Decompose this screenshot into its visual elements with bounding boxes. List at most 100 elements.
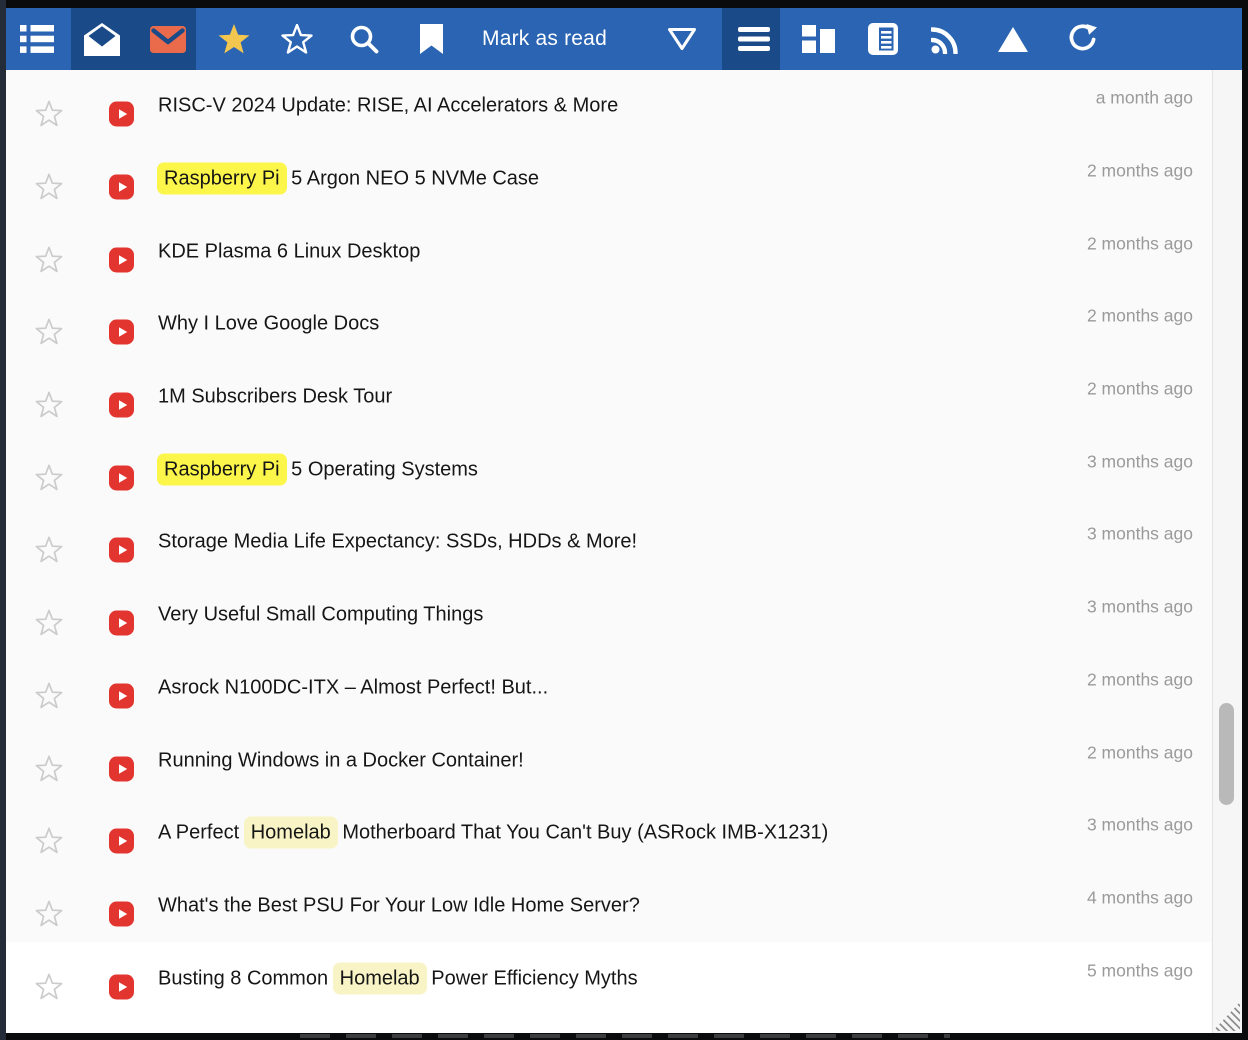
clipped-next-row xyxy=(300,1034,950,1038)
article-age: 2 months ago xyxy=(1087,742,1193,763)
youtube-icon xyxy=(109,393,134,418)
list-menu-button[interactable] xyxy=(15,8,59,70)
article-title: What's the Best PSU For Your Low Idle Ho… xyxy=(158,894,640,917)
article-pane-button[interactable] xyxy=(861,8,905,70)
star-toggle[interactable] xyxy=(35,464,63,492)
article-title: Storage Media Life Expectancy: SSDs, HDD… xyxy=(158,531,637,554)
article-row[interactable]: Storage Media Life Expectancy: SSDs, HDD… xyxy=(6,506,1211,579)
hamburger-menu-button[interactable] xyxy=(732,8,776,70)
star-toggle[interactable] xyxy=(35,755,63,783)
article-title: 1M Subscribers Desk Tour xyxy=(158,386,392,409)
bookmark-icon xyxy=(420,24,443,54)
journal-icon xyxy=(868,23,898,55)
star-outline-icon xyxy=(35,246,63,274)
star-toggle[interactable] xyxy=(35,246,63,274)
article-title: KDE Plasma 6 Linux Desktop xyxy=(158,240,420,263)
article-list-pane: RISC-V 2024 Update: RISE, AI Accelerator… xyxy=(6,70,1242,1033)
youtube-icon xyxy=(109,611,134,636)
toolbar: Mark as read xyxy=(6,8,1242,70)
feed-reader-window: Mark as read xyxy=(6,8,1242,1033)
article-list: RISC-V 2024 Update: RISE, AI Accelerator… xyxy=(6,70,1211,1015)
youtube-icon xyxy=(109,683,134,708)
filled-envelope-button[interactable] xyxy=(146,8,190,70)
youtube-icon xyxy=(109,756,134,781)
star-toggle[interactable] xyxy=(35,391,63,419)
refresh-button[interactable] xyxy=(1059,8,1103,70)
mark-as-read-button[interactable]: Mark as read xyxy=(482,8,607,70)
unstarred-filter-button[interactable] xyxy=(275,8,319,70)
article-title: Very Useful Small Computing Things xyxy=(158,604,483,627)
article-row[interactable]: Raspberry Pi 5 Operating Systems 3 month… xyxy=(6,433,1211,506)
scrollbar-track[interactable] xyxy=(1212,70,1242,1033)
article-row[interactable]: Raspberry Pi 5 Argon NEO 5 NVMe Case 2 m… xyxy=(6,143,1211,216)
article-row[interactable]: A Perfect Homelab Motherboard That You C… xyxy=(6,797,1211,870)
youtube-icon xyxy=(109,465,134,490)
youtube-icon xyxy=(109,247,134,272)
article-row[interactable]: 1M Subscribers Desk Tour 2 months ago xyxy=(6,361,1211,434)
rss-button[interactable] xyxy=(924,8,968,70)
app-screenshot: { "toolbar": { "mark_as_read_label": "Ma… xyxy=(0,0,1248,1040)
scroll-top-button[interactable] xyxy=(991,8,1035,70)
article-age: a month ago xyxy=(1096,88,1193,109)
article-row[interactable]: Busting 8 Common Homelab Power Efficienc… xyxy=(6,942,1211,1015)
star-toggle[interactable] xyxy=(35,173,63,201)
list-bottom-filler xyxy=(6,1015,1211,1033)
youtube-icon xyxy=(109,829,134,854)
star-outline-icon xyxy=(35,173,63,201)
search-highlight: Homelab xyxy=(333,962,427,994)
star-toggle[interactable] xyxy=(35,900,63,928)
article-row[interactable]: KDE Plasma 6 Linux Desktop 2 months ago xyxy=(6,215,1211,288)
star-toggle[interactable] xyxy=(35,973,63,1001)
article-title: Why I Love Google Docs xyxy=(158,313,379,336)
star-toggle[interactable] xyxy=(35,100,63,128)
bookmark-button[interactable] xyxy=(409,8,453,70)
list-menu-icon xyxy=(20,25,54,53)
search-highlight: Homelab xyxy=(244,817,338,849)
article-row[interactable]: Asrock N100DC-ITX – Almost Perfect! But.… xyxy=(6,652,1211,725)
star-outline-icon xyxy=(35,900,63,928)
article-row[interactable]: Running Windows in a Docker Container! 2… xyxy=(6,724,1211,797)
star-toggle[interactable] xyxy=(35,827,63,855)
article-title: Running Windows in a Docker Container! xyxy=(158,749,524,772)
starred-filter-button[interactable] xyxy=(212,8,256,70)
open-envelope-icon xyxy=(84,23,120,56)
article-row[interactable]: What's the Best PSU For Your Low Idle Ho… xyxy=(6,870,1211,943)
youtube-icon xyxy=(109,538,134,563)
star-outline-icon xyxy=(35,100,63,128)
star-toggle[interactable] xyxy=(35,536,63,564)
article-title: A Perfect Homelab Motherboard That You C… xyxy=(158,822,828,845)
youtube-icon xyxy=(109,974,134,999)
filter-funnel-icon xyxy=(667,27,697,51)
article-age: 3 months ago xyxy=(1087,524,1193,545)
article-age: 5 months ago xyxy=(1087,960,1193,981)
filter-button[interactable] xyxy=(660,8,704,70)
article-age: 3 months ago xyxy=(1087,597,1193,618)
article-age: 2 months ago xyxy=(1087,379,1193,400)
star-outline-icon xyxy=(281,24,313,55)
star-toggle[interactable] xyxy=(35,682,63,710)
youtube-icon xyxy=(109,901,134,926)
scrollbar-thumb[interactable] xyxy=(1219,703,1234,805)
article-title: RISC-V 2024 Update: RISE, AI Accelerator… xyxy=(158,95,618,118)
search-highlight: Raspberry Pi xyxy=(157,453,287,485)
star-outline-icon xyxy=(35,391,63,419)
star-outline-icon xyxy=(35,464,63,492)
filled-envelope-icon xyxy=(150,26,186,53)
article-row[interactable]: Very Useful Small Computing Things 3 mon… xyxy=(6,579,1211,652)
star-toggle[interactable] xyxy=(35,609,63,637)
triangle-up-icon xyxy=(998,27,1028,52)
article-row[interactable]: Why I Love Google Docs 2 months ago xyxy=(6,288,1211,361)
article-age: 2 months ago xyxy=(1087,306,1193,327)
article-age: 4 months ago xyxy=(1087,887,1193,908)
youtube-icon xyxy=(109,175,134,200)
star-toggle[interactable] xyxy=(35,318,63,346)
layout-button[interactable] xyxy=(796,8,840,70)
search-highlight: Raspberry Pi xyxy=(157,163,287,195)
article-title: Raspberry Pi 5 Operating Systems xyxy=(158,458,478,481)
star-outline-icon xyxy=(35,682,63,710)
search-button[interactable] xyxy=(342,8,386,70)
layout-grid-icon xyxy=(802,25,835,53)
article-row[interactable]: RISC-V 2024 Update: RISE, AI Accelerator… xyxy=(6,70,1211,143)
open-envelope-button[interactable] xyxy=(80,8,124,70)
star-outline-icon xyxy=(35,827,63,855)
